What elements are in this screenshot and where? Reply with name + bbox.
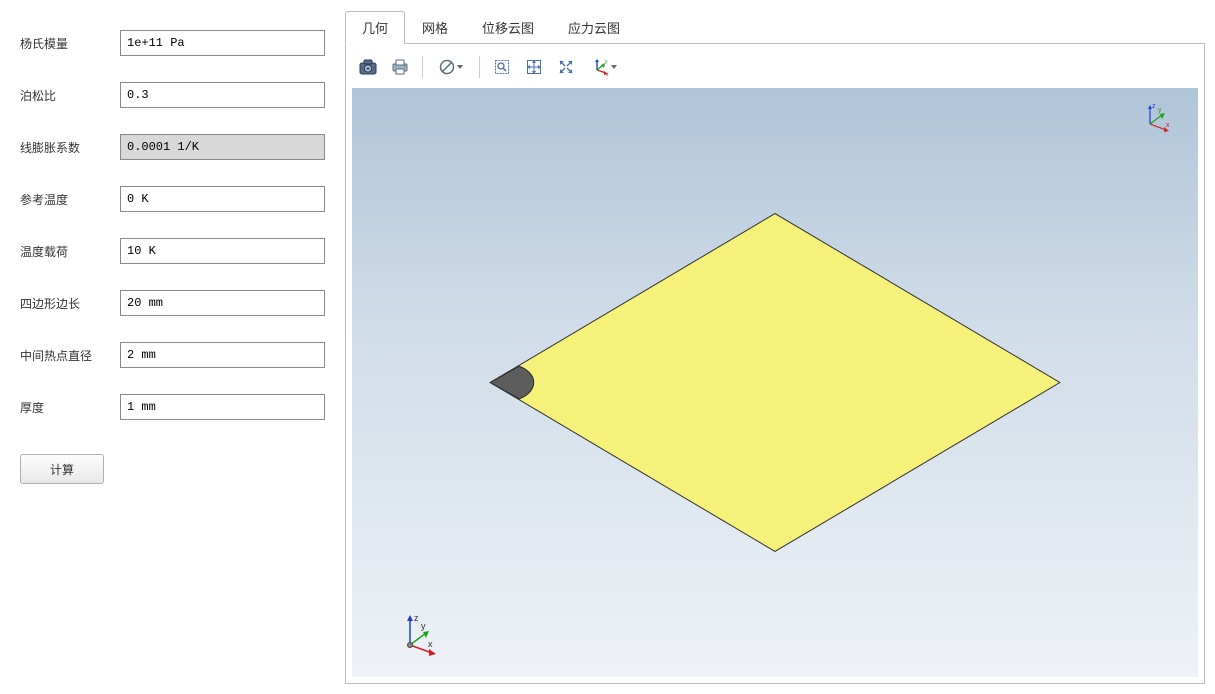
viewport-3d[interactable]: z x y z y (352, 88, 1198, 677)
tab-stress[interactable]: 应力云图 (551, 11, 637, 44)
svg-text:x: x (606, 72, 609, 76)
result-tabs: 几何 网格 位移云图 应力云图 (345, 10, 1205, 43)
orient-view-button[interactable]: y x (584, 54, 624, 80)
zoom-box-icon (494, 59, 510, 75)
chevron-down-icon (457, 65, 463, 69)
circle-slash-icon (439, 59, 455, 75)
print-button[interactable] (386, 54, 414, 80)
label-poisson-ratio: 泊松比 (20, 87, 120, 104)
label-hotspot-diameter: 中间热点直径 (20, 347, 120, 364)
results-panel: 几何 网格 位移云图 应力云图 (345, 0, 1215, 694)
toolbar-separator (422, 56, 423, 78)
zoom-extents-button[interactable] (520, 54, 548, 80)
field-youngs-modulus: 杨氏模量 (20, 30, 325, 56)
axis-orient-icon: y x (591, 58, 609, 76)
plate-geometry (490, 214, 1060, 552)
field-temp-load: 温度载荷 (20, 238, 325, 264)
field-poisson-ratio: 泊松比 (20, 82, 325, 108)
camera-icon (359, 59, 377, 75)
label-youngs-modulus: 杨氏模量 (20, 35, 120, 52)
hotspot-geometry (490, 366, 534, 399)
svg-text:y: y (605, 59, 608, 65)
print-icon (391, 59, 409, 75)
input-reference-temp[interactable] (120, 186, 325, 212)
input-side-length[interactable] (120, 290, 325, 316)
input-thickness[interactable] (120, 394, 325, 420)
label-side-length: 四边形边长 (20, 295, 120, 312)
input-hotspot-diameter[interactable] (120, 342, 325, 368)
zoom-selection-icon (558, 59, 574, 75)
label-thermal-expansion: 线膨胀系数 (20, 139, 120, 156)
calculate-button[interactable]: 计算 (20, 454, 104, 484)
input-temp-load[interactable] (120, 238, 325, 264)
label-temp-load: 温度载荷 (20, 243, 120, 260)
chevron-down-icon (611, 65, 617, 69)
label-reference-temp: 参考温度 (20, 191, 120, 208)
viewport-toolbar: y x (352, 50, 1198, 84)
transparency-button[interactable] (431, 54, 471, 80)
field-thickness: 厚度 (20, 394, 325, 420)
tab-mesh[interactable]: 网格 (405, 11, 465, 44)
input-youngs-modulus[interactable] (120, 30, 325, 56)
screenshot-button[interactable] (354, 54, 382, 80)
label-thickness: 厚度 (20, 399, 120, 416)
field-reference-temp: 参考温度 (20, 186, 325, 212)
tab-displacement[interactable]: 位移云图 (465, 11, 551, 44)
axis-x-label: x (428, 639, 433, 649)
axis-indicator-bottom: z y x (396, 611, 446, 657)
field-thermal-expansion: 线膨胀系数 (20, 134, 325, 160)
axis-y-label: y (421, 621, 426, 631)
zoom-box-button[interactable] (488, 54, 516, 80)
field-hotspot-diameter: 中间热点直径 (20, 342, 325, 368)
viewport-container: y x z x y (345, 43, 1205, 684)
parameters-panel: 杨氏模量 泊松比 线膨胀系数 参考温度 温度载荷 四边形边长 中间热点直径 厚度… (0, 0, 345, 694)
input-thermal-expansion[interactable] (120, 134, 325, 160)
zoom-selection-button[interactable] (552, 54, 580, 80)
axis-z-label: z (414, 613, 419, 623)
zoom-extents-icon (526, 59, 542, 75)
tab-geometry[interactable]: 几何 (345, 11, 405, 44)
geometry-canvas (352, 88, 1198, 677)
input-poisson-ratio[interactable] (120, 82, 325, 108)
toolbar-separator (479, 56, 480, 78)
field-side-length: 四边形边长 (20, 290, 325, 316)
